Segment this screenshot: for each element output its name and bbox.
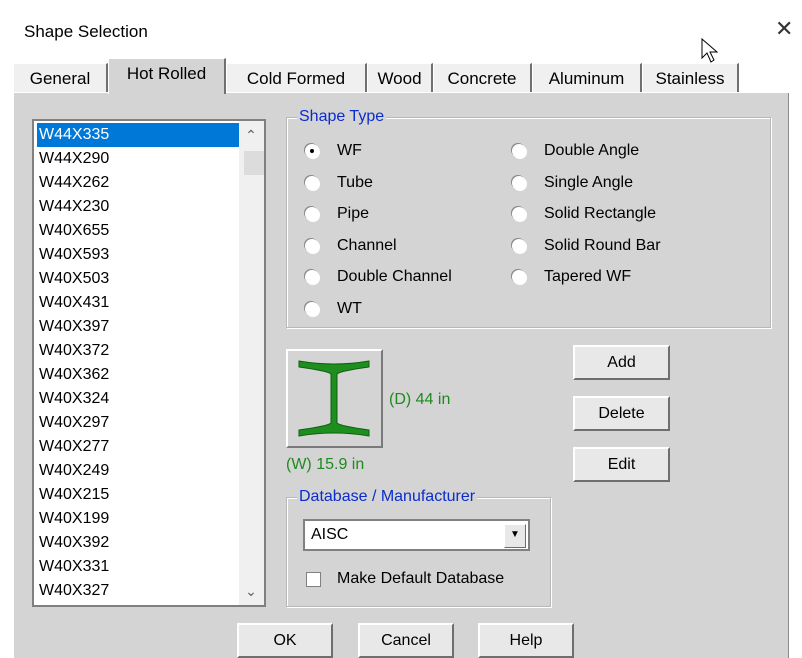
list-item[interactable]: W40X215 bbox=[37, 483, 239, 507]
list-item[interactable]: W44X290 bbox=[37, 147, 239, 171]
radio-icon[interactable] bbox=[305, 270, 319, 284]
list-item[interactable]: W40X331 bbox=[37, 555, 239, 579]
depth-label: (D) 44 in bbox=[389, 391, 451, 408]
list-item[interactable]: W40X593 bbox=[37, 243, 239, 267]
database-select-value: AISC bbox=[311, 526, 349, 543]
tab-cold-formed[interactable]: Cold Formed bbox=[226, 63, 367, 92]
radio-label: Double Channel bbox=[337, 268, 452, 285]
list-item[interactable]: W40X397 bbox=[37, 315, 239, 339]
list-item[interactable]: W40X277 bbox=[37, 435, 239, 459]
list-scrollbar[interactable]: ⌃ ⌄ bbox=[239, 121, 264, 605]
wide-flange-icon bbox=[298, 360, 370, 437]
add-button[interactable]: Add bbox=[573, 345, 670, 380]
list-item[interactable]: W40X249 bbox=[37, 459, 239, 483]
default-database-checkbox[interactable] bbox=[306, 572, 321, 587]
window-title: Shape Selection bbox=[24, 22, 148, 41]
radio-icon[interactable] bbox=[305, 176, 319, 190]
tab-concrete[interactable]: Concrete bbox=[433, 63, 532, 92]
tab-wood[interactable]: Wood bbox=[367, 63, 433, 92]
cancel-button[interactable]: Cancel bbox=[358, 623, 454, 658]
radio-label: Single Angle bbox=[544, 174, 633, 191]
chevron-down-icon[interactable]: ⌄ bbox=[243, 583, 259, 599]
tab-aluminum[interactable]: Aluminum bbox=[532, 63, 642, 92]
list-item[interactable]: W40X372 bbox=[37, 339, 239, 363]
database-select[interactable]: AISC ▼ bbox=[303, 519, 530, 551]
radio-label: Solid Rectangle bbox=[544, 205, 657, 222]
ok-button[interactable]: OK bbox=[237, 623, 333, 658]
edit-button[interactable]: Edit bbox=[573, 447, 670, 482]
list-item[interactable]: W44X262 bbox=[37, 171, 239, 195]
radio-checked-icon[interactable] bbox=[305, 144, 319, 158]
close-icon[interactable]: ✕ bbox=[775, 18, 793, 40]
tab-stainless[interactable]: Stainless bbox=[642, 63, 739, 92]
radio-icon[interactable] bbox=[305, 239, 319, 253]
list-item[interactable]: W40X324 bbox=[37, 387, 239, 411]
list-item[interactable]: W40X199 bbox=[37, 507, 239, 531]
list-item[interactable]: W40X503 bbox=[37, 267, 239, 291]
radio-icon[interactable] bbox=[512, 270, 526, 284]
tab-strip: General Hot Rolled Cold Formed Wood Conc… bbox=[13, 58, 789, 94]
radio-icon[interactable] bbox=[512, 144, 526, 158]
tab-hot-rolled[interactable]: Hot Rolled bbox=[108, 58, 226, 94]
delete-button[interactable]: Delete bbox=[573, 396, 670, 431]
database-group: Database / Manufacturer bbox=[286, 488, 551, 607]
radio-icon[interactable] bbox=[512, 207, 526, 221]
list-item[interactable]: W40X392 bbox=[37, 531, 239, 555]
radio-label: Solid Round Bar bbox=[544, 237, 661, 254]
chevron-down-icon[interactable]: ▼ bbox=[504, 524, 526, 548]
list-item[interactable]: W40X431 bbox=[37, 291, 239, 315]
scroll-thumb[interactable] bbox=[244, 151, 264, 175]
radio-label: Channel bbox=[337, 237, 397, 254]
list-item[interactable]: W40X655 bbox=[37, 219, 239, 243]
list-item[interactable]: W40X327 bbox=[37, 579, 239, 603]
radio-icon[interactable] bbox=[512, 239, 526, 253]
shape-type-legend: Shape Type bbox=[297, 108, 387, 126]
list-item[interactable]: W40X297 bbox=[37, 411, 239, 435]
width-label: (W) 15.9 in bbox=[286, 456, 365, 473]
list-item[interactable]: W44X335 bbox=[37, 123, 239, 147]
list-item[interactable]: W40X362 bbox=[37, 363, 239, 387]
list-item[interactable]: W44X230 bbox=[37, 195, 239, 219]
shape-list[interactable]: W44X335 W44X290 W44X262 W44X230 W40X655 … bbox=[32, 119, 266, 607]
radio-label: WF bbox=[337, 142, 362, 159]
radio-label: WT bbox=[337, 300, 362, 317]
radio-label: Tube bbox=[337, 174, 373, 191]
radio-icon[interactable] bbox=[305, 207, 319, 221]
help-button[interactable]: Help bbox=[478, 623, 574, 658]
radio-label: Pipe bbox=[337, 205, 370, 222]
chevron-up-icon[interactable]: ⌃ bbox=[243, 127, 259, 143]
radio-label: Tapered WF bbox=[544, 268, 632, 285]
default-database-label: Make Default Database bbox=[337, 570, 505, 587]
radio-label: Double Angle bbox=[544, 142, 640, 159]
radio-icon[interactable] bbox=[305, 302, 319, 316]
tab-general[interactable]: General bbox=[13, 63, 108, 92]
radio-icon[interactable] bbox=[512, 176, 526, 190]
database-legend: Database / Manufacturer bbox=[297, 488, 478, 506]
shape-preview bbox=[286, 349, 383, 448]
